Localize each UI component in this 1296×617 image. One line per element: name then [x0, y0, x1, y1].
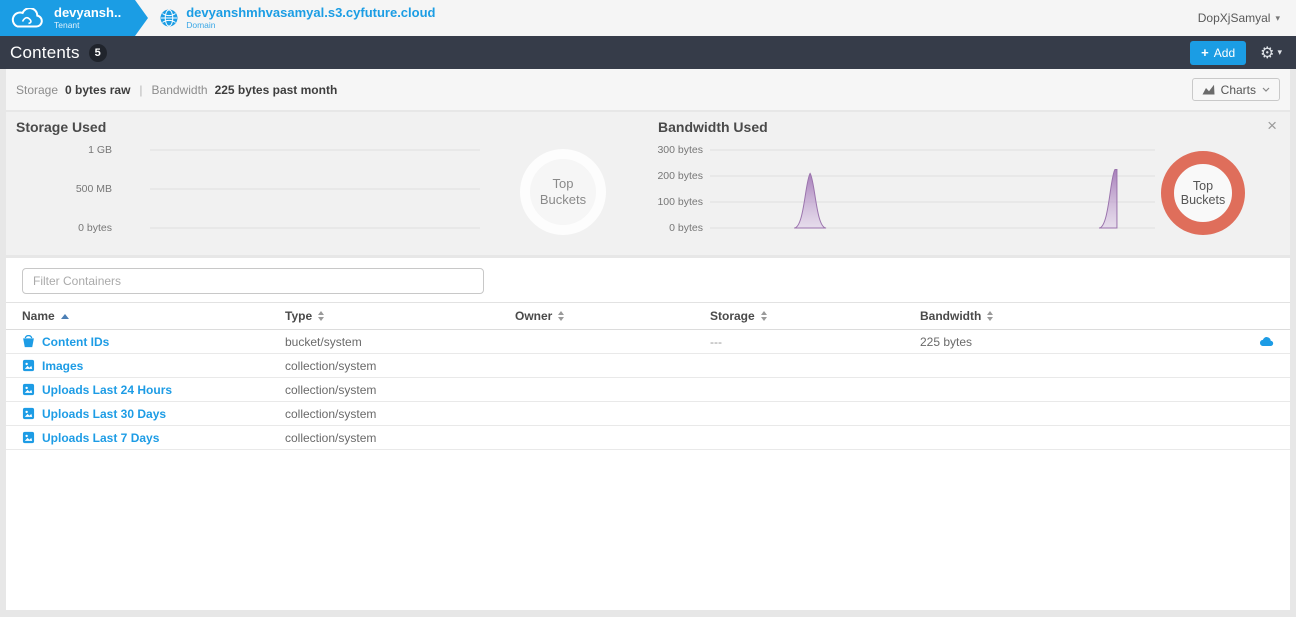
user-menu-label: DopXjSamyal [1198, 11, 1271, 25]
containers-panel: Name Type Owner Storage Bandwidth Conten… [6, 258, 1290, 610]
close-icon[interactable]: × [1267, 117, 1277, 134]
storage-chart-y-axis: 1 GB500 MB0 bytes [16, 148, 112, 230]
bandwidth-stat-value: 225 bytes past month [215, 83, 338, 97]
bandwidth-cell: 225 bytes [920, 335, 1234, 349]
add-button-label: Add [1214, 46, 1235, 60]
tenant-label: Tenant [54, 21, 121, 30]
column-header-storage[interactable]: Storage [710, 309, 920, 323]
column-header-name[interactable]: Name [22, 309, 285, 323]
y-axis-tick-label: 100 bytes [657, 196, 703, 208]
y-axis-tick-label: 200 bytes [657, 170, 703, 182]
sort-asc-icon [61, 314, 69, 319]
storage-chart-plot [150, 148, 480, 230]
storage-top-buckets-label: Top Buckets [535, 176, 591, 207]
column-header-owner[interactable]: Owner [515, 309, 710, 323]
filter-containers-input[interactable] [22, 268, 484, 294]
collection-icon [22, 383, 35, 396]
gear-icon: ⚙ [1260, 43, 1274, 63]
column-header-type[interactable]: Type [285, 309, 515, 323]
container-name-link[interactable]: Uploads Last 24 Hours [42, 383, 172, 397]
plus-icon: + [1201, 45, 1209, 60]
breadcrumb-chevron [135, 0, 148, 36]
storage-stat-label: Storage [16, 83, 58, 97]
type-cell: bucket/system [285, 335, 515, 349]
y-axis-tick-label: 300 bytes [657, 144, 703, 156]
collection-icon [22, 431, 35, 444]
table-row: Content IDs bucket/system ---225 bytes [6, 330, 1290, 354]
type-cell: collection/system [285, 359, 515, 373]
storage-used-chart: 1 GB500 MB0 bytes [16, 148, 480, 230]
y-axis-tick-label: 0 bytes [669, 222, 703, 234]
sort-icon [761, 311, 767, 321]
storage-chart-title: Storage Used [16, 119, 106, 135]
domain-breadcrumb[interactable]: devyanshmhvasamyal.s3.cyfuture.cloud Dom… [148, 0, 435, 36]
table-row: Uploads Last 7 Days collection/system [6, 426, 1290, 450]
charts-panel: × Storage Used 1 GB500 MB0 bytes Top Buc… [6, 112, 1290, 255]
bandwidth-stat-label: Bandwidth [152, 83, 208, 97]
globe-icon [160, 9, 178, 27]
storage-stat-value: 0 bytes raw [65, 83, 130, 97]
container-name-link[interactable]: Images [42, 359, 83, 373]
container-name-link[interactable]: Uploads Last 7 Days [42, 431, 159, 445]
table-body: Content IDs bucket/system ---225 bytes Imag… [6, 330, 1290, 450]
storage-top-buckets-donut: Top Buckets [520, 149, 606, 235]
contents-toolbar: Contents 5 + Add ⚙ ▾ [0, 36, 1296, 69]
top-bar: devyansh.. Tenant devyanshmhvasamyal.s3.… [0, 0, 1296, 36]
table-row: Uploads Last 30 Days collection/system [6, 402, 1290, 426]
type-cell: collection/system [285, 431, 515, 445]
column-header-bandwidth[interactable]: Bandwidth [920, 309, 1234, 323]
tenant-breadcrumb[interactable]: devyansh.. Tenant [0, 0, 135, 36]
user-menu[interactable]: DopXjSamyal ▾ [1198, 0, 1296, 36]
page-title: Contents [10, 43, 80, 63]
settings-menu[interactable]: ⚙ ▾ [1260, 43, 1282, 63]
sort-icon [558, 311, 564, 321]
bandwidth-chart-y-axis: 300 bytes200 bytes100 bytes0 bytes [608, 148, 703, 230]
y-axis-tick-label: 1 GB [88, 144, 112, 156]
y-axis-tick-label: 500 MB [76, 183, 112, 195]
usage-summary-bar: Storage 0 bytes raw | Bandwidth 225 byte… [6, 69, 1290, 110]
table-header: Name Type Owner Storage Bandwidth [6, 302, 1290, 330]
charts-toggle-button[interactable]: Charts [1192, 78, 1280, 101]
domain-label: Domain [186, 21, 435, 30]
bandwidth-top-buckets-donut: Top Buckets [1161, 151, 1245, 235]
add-button[interactable]: + Add [1190, 41, 1246, 65]
sort-icon [987, 311, 993, 321]
charts-button-label: Charts [1221, 83, 1256, 97]
chevron-down-icon: ▾ [1277, 47, 1282, 58]
bandwidth-chart-title: Bandwidth Used [658, 119, 768, 135]
sort-icon [318, 311, 324, 321]
container-name-link[interactable]: Uploads Last 30 Days [42, 407, 166, 421]
type-cell: collection/system [285, 407, 515, 421]
bandwidth-used-chart: 300 bytes200 bytes100 bytes0 bytes [608, 148, 1155, 230]
y-axis-tick-label: 0 bytes [78, 222, 112, 234]
tenant-name: devyansh.. [54, 6, 121, 20]
usage-summary: Storage 0 bytes raw | Bandwidth 225 byte… [16, 83, 337, 97]
storage-cell: --- [710, 335, 920, 349]
chevron-down-icon [1262, 87, 1270, 92]
stat-divider: | [139, 83, 142, 97]
bucket-icon [22, 335, 35, 348]
chart-icon [1202, 84, 1215, 95]
bandwidth-chart-plot [710, 148, 1155, 230]
filter-bar [6, 258, 1290, 302]
contents-count-badge: 5 [89, 44, 107, 62]
table-row: Uploads Last 24 Hours collection/system [6, 378, 1290, 402]
container-name-link[interactable]: Content IDs [42, 335, 109, 349]
table-row: Images collection/system [6, 354, 1290, 378]
cloudian-logo-icon [0, 8, 54, 29]
collection-icon [22, 359, 35, 372]
bandwidth-top-buckets-label: Top Buckets [1175, 179, 1231, 208]
collection-icon [22, 407, 35, 420]
main-content: Storage 0 bytes raw | Bandwidth 225 byte… [0, 69, 1296, 617]
domain-name: devyanshmhvasamyal.s3.cyfuture.cloud [186, 6, 435, 20]
cloud-icon[interactable] [1259, 336, 1274, 347]
type-cell: collection/system [285, 383, 515, 397]
chevron-down-icon: ▾ [1275, 13, 1280, 24]
